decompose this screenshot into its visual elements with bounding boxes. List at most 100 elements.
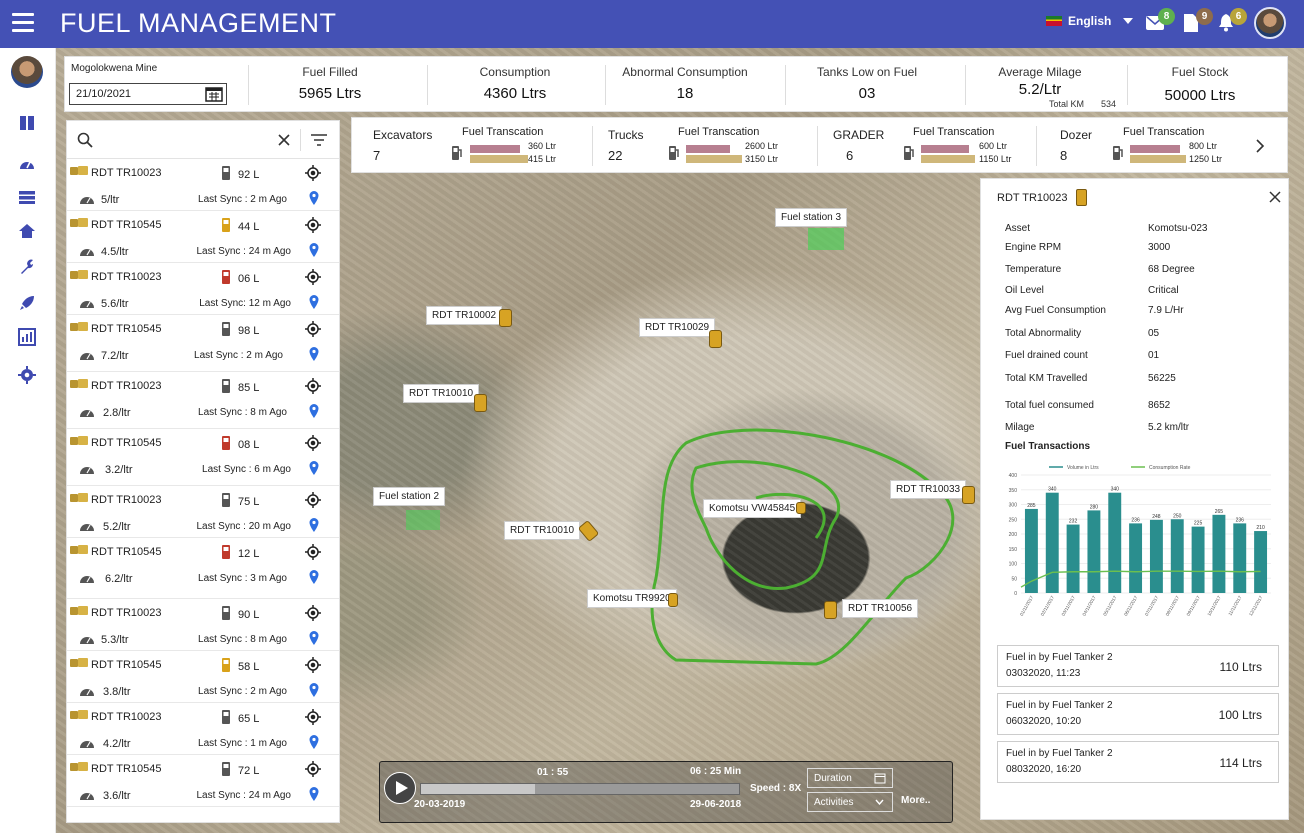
vehicle-row[interactable]: RDT TR10023 92 L 5/ltr Last Sync : 2 m Ago xyxy=(67,159,339,211)
speedometer-icon[interactable] xyxy=(18,156,36,174)
vehicle-row[interactable]: RDT TR10545 98 L 7.2/ltr Last Sync : 2 m Ag… xyxy=(67,315,339,372)
date-picker[interactable]: 21/10/2021 xyxy=(69,83,227,105)
close-icon[interactable] xyxy=(1269,191,1281,203)
vehicle-row[interactable]: RDT TR10545 08 L 3.2/ltr Last Sync : 6 m Ag… xyxy=(67,429,339,486)
detail-label: Temperature xyxy=(1005,264,1062,275)
storage-icon[interactable] xyxy=(18,188,36,206)
locate-icon[interactable] xyxy=(305,165,321,181)
gauge-icon xyxy=(80,637,94,644)
vehicle-row[interactable]: RDT TR10545 12 L 6.2/ltr Last Sync : 3 m Ag… xyxy=(67,538,339,599)
last-sync-label: Last Sync : xyxy=(196,521,246,532)
locate-icon[interactable] xyxy=(305,321,321,337)
locate-icon[interactable] xyxy=(305,217,321,233)
play-button[interactable] xyxy=(384,772,416,804)
map-label-vehicle[interactable]: RDT TR10056 xyxy=(842,599,919,618)
locate-icon[interactable] xyxy=(305,761,321,777)
map-pin-icon[interactable] xyxy=(309,735,319,749)
map-pin-icon[interactable] xyxy=(309,347,319,361)
fleet-trucks[interactable]: Trucks 22 Fuel Transcation 2600 Ltr 3150… xyxy=(592,118,812,174)
map-label-fuel-station-2[interactable]: Fuel station 2 xyxy=(373,487,446,506)
map-label-vehicle[interactable]: RDT TR10010 xyxy=(504,521,581,540)
vehicle-marker[interactable] xyxy=(474,394,487,412)
stat-value: 5.2/Ltr xyxy=(1018,81,1062,98)
vehicle-row[interactable]: RDT TR10023 65 L 4.2/ltr Last Sync : 1 m Ag… xyxy=(67,703,339,755)
playback-slider[interactable] xyxy=(420,783,740,795)
vehicle-row[interactable]: RDT TR10023 90 L 5.3/ltr Last Sync : 8 m Ag… xyxy=(67,599,339,651)
locate-icon[interactable] xyxy=(305,544,321,560)
vehicle-marker[interactable] xyxy=(499,309,512,327)
calendar-icon[interactable] xyxy=(205,85,223,102)
vehicle-row[interactable]: RDT TR10545 72 L 3.6/ltr Last Sync : 24 m A… xyxy=(67,755,339,807)
search-icon[interactable] xyxy=(77,132,93,148)
transaction-card[interactable]: Fuel in by Fuel Tanker 2 08032020, 16:20 1… xyxy=(997,741,1279,783)
map-label-vehicle[interactable]: RDT TR10029 xyxy=(639,318,716,337)
map-pin-icon[interactable] xyxy=(309,191,319,205)
map-pin-icon[interactable] xyxy=(309,518,319,532)
gauge-icon xyxy=(80,689,94,696)
vehicle-row[interactable]: RDT TR10545 44 L 4.5/ltr Last Sync : 24 m A… xyxy=(67,211,339,263)
map-pin-icon[interactable] xyxy=(309,631,319,645)
more-link[interactable]: More.. xyxy=(901,795,930,806)
map-label-vehicle[interactable]: Komotsu TR9920 xyxy=(587,589,677,608)
locate-icon[interactable] xyxy=(305,492,321,508)
gear-icon[interactable] xyxy=(18,366,36,384)
map-pin-icon[interactable] xyxy=(309,461,319,475)
vehicle-marker[interactable] xyxy=(668,593,678,607)
vehicle-row[interactable]: RDT TR10545 58 L 3.8/ltr Last Sync : 2 m Ag… xyxy=(67,651,339,703)
report-icon[interactable] xyxy=(18,328,36,346)
locate-icon[interactable] xyxy=(305,269,321,285)
vehicle-marker[interactable] xyxy=(796,502,806,514)
vehicle-detail-panel: RDT TR10023 Asset Komotsu-023 Engine RPM 30… xyxy=(980,178,1289,820)
map-pin-icon[interactable] xyxy=(309,243,319,257)
vehicle-marker[interactable] xyxy=(824,601,837,619)
fleet-excavators[interactable]: Excavators 7 Fuel Transcation 360 Ltr 41… xyxy=(352,118,582,174)
map-pin-icon[interactable] xyxy=(309,570,319,584)
truck-icon xyxy=(70,710,88,719)
map-label-vehicle[interactable]: Komotsu VW45845 xyxy=(703,499,802,518)
menu-icon[interactable] xyxy=(12,13,34,33)
map-label-vehicle[interactable]: RDT TR10002 xyxy=(426,306,503,325)
transaction-card[interactable]: Fuel in by Fuel Tanker 2 06032020, 10:20 1… xyxy=(997,693,1279,735)
fleet-dozer[interactable]: Dozer 8 Fuel Transcation 800 Ltr 1250 Lt… xyxy=(1036,118,1246,174)
alerts-button[interactable]: 6 xyxy=(1218,8,1247,32)
chevron-right-icon[interactable] xyxy=(1255,139,1265,153)
detail-label: Fuel drained count xyxy=(1005,350,1088,361)
language-label: English xyxy=(1068,14,1112,28)
transaction-card[interactable]: Fuel in by Fuel Tanker 2 03032020, 11:23 1… xyxy=(997,645,1279,687)
locate-icon[interactable] xyxy=(305,605,321,621)
user-avatar[interactable] xyxy=(1254,7,1286,39)
map-label-vehicle[interactable]: RDT TR10010 xyxy=(403,384,480,403)
sidebar-avatar[interactable] xyxy=(11,56,43,88)
stat-value: 18 xyxy=(676,85,694,102)
map-label-fuel-station-3[interactable]: Fuel station 3 xyxy=(775,208,848,227)
filter-icon[interactable] xyxy=(311,134,327,146)
fleet-grader[interactable]: GRADER 6 Fuel Transcation 600 Ltr 1150 L… xyxy=(817,118,1037,174)
duration-button[interactable]: Duration xyxy=(807,768,893,788)
clear-icon[interactable] xyxy=(278,134,290,146)
activities-select[interactable]: Activities xyxy=(807,792,893,812)
map-label-vehicle[interactable]: RDT TR10033 xyxy=(890,480,967,499)
vehicle-marker[interactable] xyxy=(709,330,722,348)
map-pin-icon[interactable] xyxy=(309,683,319,697)
locate-icon[interactable] xyxy=(305,709,321,725)
bar-data-label: 340 xyxy=(1111,487,1120,493)
files-button[interactable]: 9 xyxy=(1184,8,1213,32)
dashboard-icon[interactable] xyxy=(18,114,36,132)
fuel-pump-icon xyxy=(1113,146,1123,160)
vehicle-row[interactable]: RDT TR10023 75 L 5.2/ltr Last Sync : 20 m A… xyxy=(67,486,339,538)
locate-icon[interactable] xyxy=(305,378,321,394)
map-pin-icon[interactable] xyxy=(309,787,319,801)
language-select[interactable]: English xyxy=(1046,14,1134,28)
mail-button[interactable]: 8 xyxy=(1146,8,1175,32)
locate-icon[interactable] xyxy=(305,657,321,673)
map-pin-icon[interactable] xyxy=(309,295,319,309)
home-icon[interactable] xyxy=(18,222,36,240)
speed-label[interactable]: Speed : 8X xyxy=(750,783,801,794)
wrench-icon[interactable] xyxy=(18,258,36,276)
vehicle-row[interactable]: RDT TR10023 85 L 2.8/ltr Last Sync : 8 m Ag… xyxy=(67,372,339,429)
map-pin-icon[interactable] xyxy=(309,404,319,418)
rocket-icon[interactable] xyxy=(18,294,36,312)
vehicle-marker[interactable] xyxy=(962,486,975,504)
vehicle-row[interactable]: RDT TR10023 06 L 5.6/ltr Last Sync: 12 m Ag… xyxy=(67,263,339,315)
locate-icon[interactable] xyxy=(305,435,321,451)
